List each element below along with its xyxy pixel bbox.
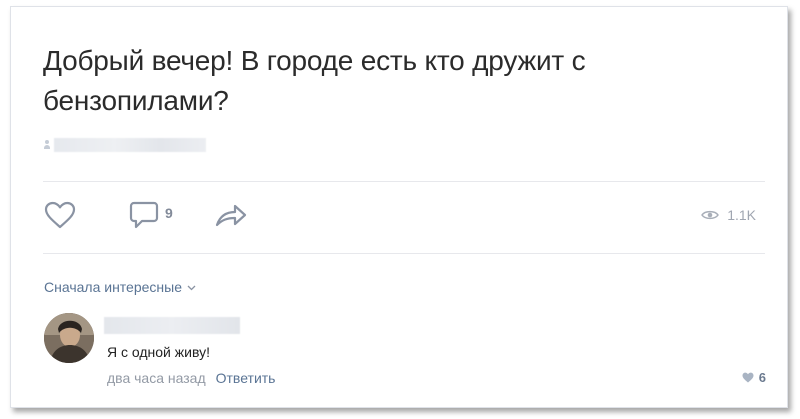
share-arrow-icon xyxy=(215,204,247,227)
like-button[interactable] xyxy=(44,197,76,233)
avatar[interactable] xyxy=(44,313,94,363)
comment-like-count: 6 xyxy=(758,370,766,385)
divider-top xyxy=(43,181,765,182)
reply-link[interactable]: Ответить xyxy=(216,370,276,386)
heart-filled-icon xyxy=(742,372,754,383)
comments-button[interactable]: 9 xyxy=(129,197,173,233)
comment-like-button[interactable]: 6 xyxy=(742,370,766,385)
comment-timestamp[interactable]: два часа назад xyxy=(107,370,206,386)
divider-bottom xyxy=(43,253,765,254)
heart-outline-icon xyxy=(44,201,76,229)
comment-count: 9 xyxy=(165,205,173,221)
comments-sort-dropdown[interactable]: Сначала интересные xyxy=(44,279,196,295)
post-actions: 9 1.1K xyxy=(44,197,766,233)
post-author-redacted xyxy=(44,138,206,152)
author-name-blur xyxy=(54,138,206,152)
views-count: 1.1K xyxy=(727,207,756,223)
share-button[interactable] xyxy=(214,197,248,233)
comment-item: Я с одной живу! два часа назад Ответить … xyxy=(44,313,766,393)
comment-meta: два часа назад Ответить xyxy=(107,370,275,386)
comment-bubble-icon xyxy=(129,201,159,229)
user-icon xyxy=(44,140,50,150)
post-text: Добрый вечер! В городе есть кто дружит с… xyxy=(43,45,586,116)
chevron-down-icon xyxy=(187,285,196,291)
eye-icon xyxy=(701,210,720,220)
post-card: Добрый вечер! В городе есть кто дружит с… xyxy=(10,6,788,408)
comments-sort-label: Сначала интересные xyxy=(44,279,182,295)
views-counter: 1.1K xyxy=(701,197,756,233)
commenter-name-redacted xyxy=(104,317,240,334)
comment-text: Я с одной живу! xyxy=(107,344,210,360)
